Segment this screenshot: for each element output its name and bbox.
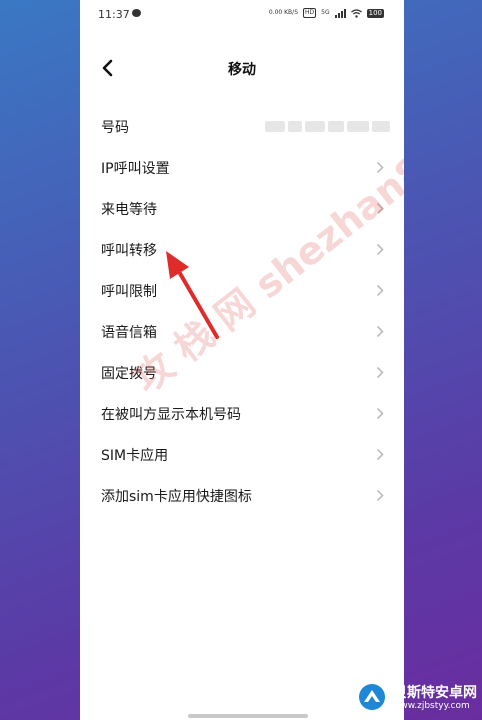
chevron-right-icon [376, 366, 384, 379]
status-bar: 11:37 0.00 KB/S HD 5G 100 [80, 0, 404, 30]
android-logo-icon [356, 681, 388, 713]
settings-item-sim-shortcut[interactable]: 添加sim卡应用快捷图标 [80, 475, 404, 516]
chevron-right-icon [376, 325, 384, 338]
battery-icon: 100 [366, 8, 384, 18]
settings-item-label: IP呼叫设置 [101, 161, 170, 177]
settings-item-ip-call[interactable]: IP呼叫设置 [80, 147, 404, 188]
chevron-right-icon [376, 407, 384, 420]
settings-item-fixed-dialing[interactable]: 固定拨号 [80, 352, 404, 393]
settings-item-call-waiting[interactable]: 来电等待 [80, 188, 404, 229]
chevron-right-icon [376, 489, 384, 502]
home-indicator [188, 714, 308, 718]
settings-item-label: 来电等待 [101, 202, 157, 218]
site-logo: 贝斯特安卓网 www.zjbstyy.com [355, 678, 480, 716]
settings-item-label: SIM卡应用 [101, 448, 169, 464]
settings-item-number[interactable]: 号码 [80, 106, 404, 147]
chevron-right-icon [376, 243, 384, 256]
settings-item-label: 语音信箱 [101, 325, 157, 341]
settings-item-voicemail[interactable]: 语音信箱 [80, 311, 404, 352]
site-name: 贝斯特安卓网 [393, 685, 477, 701]
chevron-right-icon [376, 161, 384, 174]
settings-item-label: 在被叫方显示本机号码 [101, 407, 241, 423]
settings-item-call-forwarding[interactable]: 呼叫转移 [80, 229, 404, 270]
settings-item-sim-apps[interactable]: SIM卡应用 [80, 434, 404, 475]
chevron-right-icon [376, 448, 384, 461]
status-indicators: 0.00 KB/S HD 5G 100 [269, 8, 384, 18]
settings-item-label: 添加sim卡应用快捷图标 [101, 489, 252, 505]
phone-screen: 11:37 0.00 KB/S HD 5G 100 移动 号码 IP呼叫设置 来… [80, 0, 404, 720]
chevron-right-icon [376, 284, 384, 297]
settings-item-call-barring[interactable]: 呼叫限制 [80, 270, 404, 311]
wifi-icon [350, 8, 362, 18]
settings-item-caller-id[interactable]: 在被叫方显示本机号码 [80, 393, 404, 434]
settings-item-label: 固定拨号 [101, 366, 157, 382]
settings-item-label: 呼叫转移 [101, 243, 157, 259]
signal-icon [334, 8, 346, 18]
chevron-right-icon [376, 202, 384, 215]
chat-notification-icon [132, 9, 141, 17]
status-time: 11:37 [98, 8, 130, 21]
site-url: www.zjbstyy.com [393, 701, 470, 711]
settings-item-label: 呼叫限制 [101, 284, 157, 300]
settings-item-label: 号码 [101, 120, 129, 136]
page-title: 移动 [228, 62, 256, 78]
hd-badge: HD [303, 8, 317, 18]
network-type: 5G [321, 9, 330, 16]
header: 移动 [80, 50, 404, 86]
masked-phone-number [265, 121, 390, 132]
network-speed: 0.00 KB/S [268, 9, 299, 16]
settings-list: 号码 IP呼叫设置 来电等待 呼叫转移 呼叫限制 语音信箱 固定拨号 在被叫方显… [80, 106, 404, 516]
